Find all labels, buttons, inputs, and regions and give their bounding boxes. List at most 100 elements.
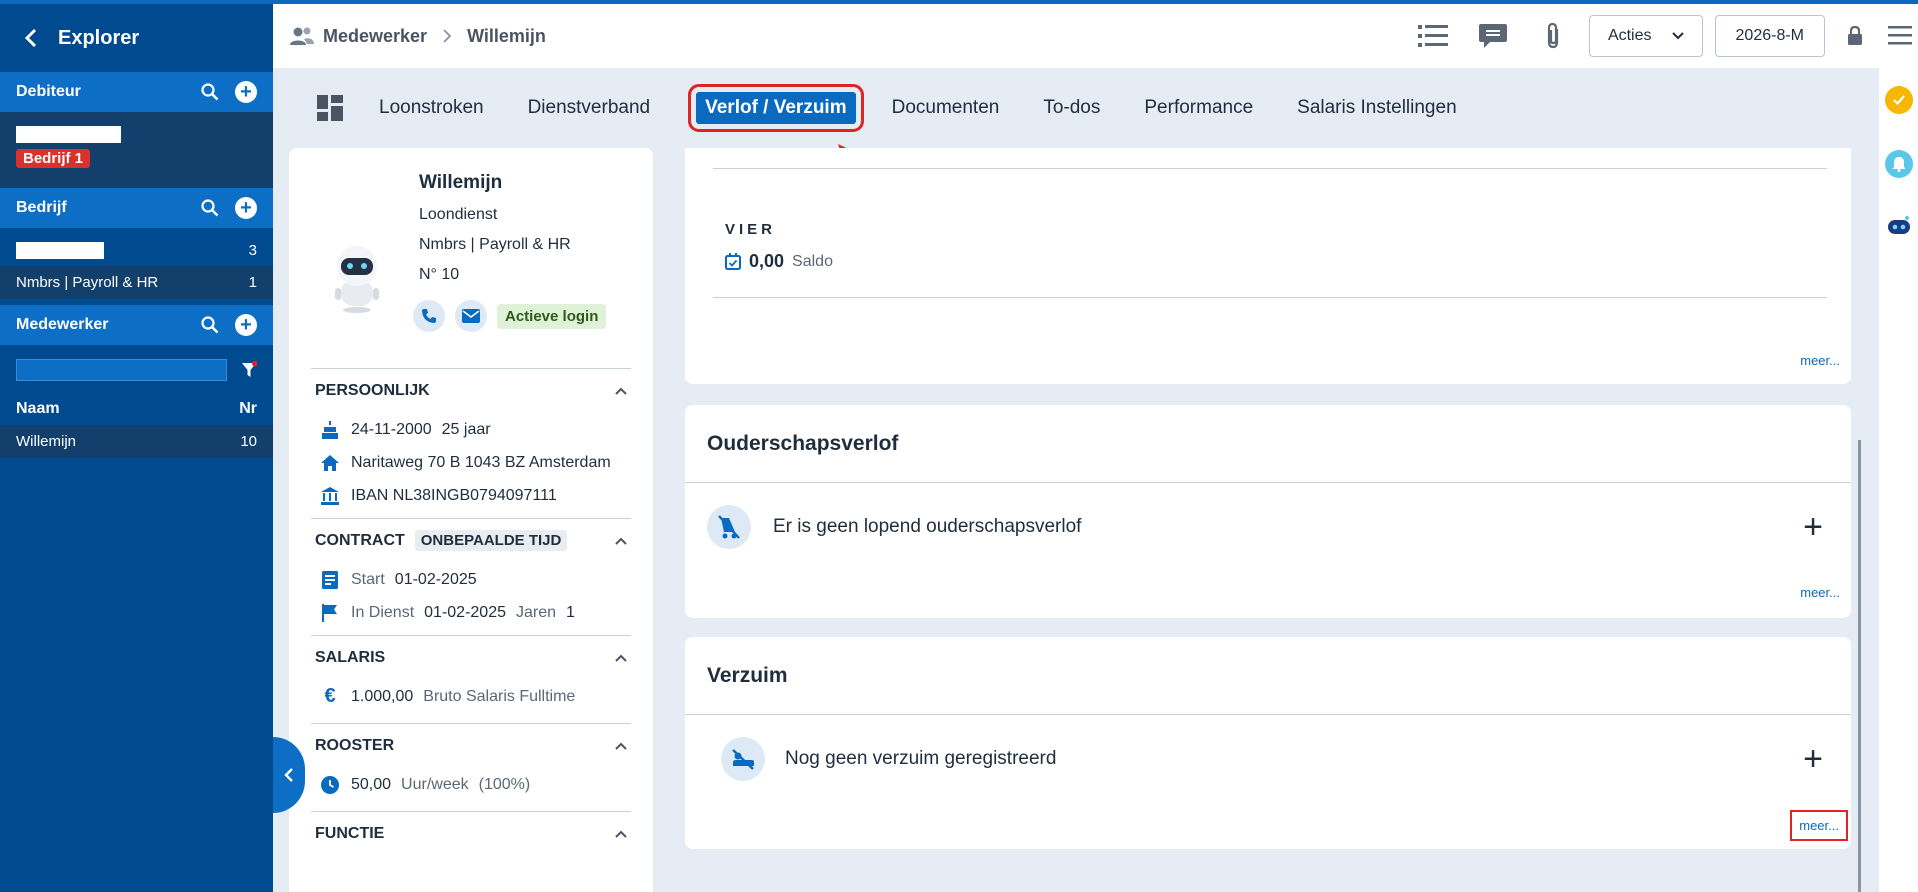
rooster-header[interactable]: ROOSTER xyxy=(311,724,631,768)
employee-number: N° 10 xyxy=(419,266,460,283)
phone-icon[interactable] xyxy=(413,300,445,332)
no-stroller-icon xyxy=(707,505,751,549)
search-icon[interactable] xyxy=(199,81,221,103)
section-persoonlijk: PERSOONLIJK 24-11-2000 25 jaar Naritaweg… xyxy=(311,368,631,512)
medewerker-row-name: Willemijn xyxy=(16,433,76,450)
rooster-unit: Uur/week xyxy=(401,775,469,793)
email-icon[interactable] xyxy=(455,300,487,332)
dashboard-icon[interactable] xyxy=(317,95,343,121)
people-icon xyxy=(289,26,315,46)
chevron-up-icon[interactable] xyxy=(615,537,627,545)
home-icon xyxy=(319,454,341,471)
ouderschapsverlof-title: Ouderschapsverlof xyxy=(685,405,1851,483)
col-nr: Nr xyxy=(239,400,257,417)
functie-header[interactable]: FUNCTIE xyxy=(311,812,631,856)
calendar-check-icon xyxy=(725,253,741,270)
tab-verlof-verzuim[interactable]: Verlof / Verzuim xyxy=(688,84,864,132)
indienst-label: In Dienst xyxy=(351,603,415,621)
bedrijf-row-nr: 3 xyxy=(248,241,257,259)
vier-unit: Saldo xyxy=(792,252,833,270)
employee-name: Willemijn xyxy=(419,172,503,193)
acties-label: Acties xyxy=(1607,27,1652,44)
tab-salaris-instellingen[interactable]: Salaris Instellingen xyxy=(1297,97,1456,119)
debiteur-label: Debiteur xyxy=(16,83,81,100)
section-functie: FUNCTIE xyxy=(311,811,631,856)
start-date: 01-02-2025 xyxy=(394,570,477,588)
ouderschapsverlof-message: Er is geen lopend ouderschapsverlof xyxy=(773,516,1082,537)
explorer-header[interactable]: Explorer xyxy=(0,4,273,72)
robot-assistant-icon[interactable] xyxy=(1885,212,1913,240)
verzuim-title: Verzuim xyxy=(685,637,1851,715)
plus-icon: + xyxy=(235,314,257,336)
salary-label: Bruto Salaris Fulltime xyxy=(423,687,576,705)
todo-check-icon[interactable] xyxy=(1885,86,1913,114)
medewerker-table-header: Naam Nr xyxy=(0,393,273,425)
tab-todos[interactable]: To-dos xyxy=(1043,97,1100,119)
tab-documenten[interactable]: Documenten xyxy=(892,97,1000,119)
bell-icon[interactable] xyxy=(1885,150,1913,178)
chevron-up-icon[interactable] xyxy=(615,654,627,662)
paperclip-icon[interactable] xyxy=(1529,12,1577,60)
tab-performance[interactable]: Performance xyxy=(1144,97,1253,119)
plus-icon: + xyxy=(235,197,257,219)
salary-amount: 1.000,00 xyxy=(351,687,414,705)
tab-dienstverband[interactable]: Dienstverband xyxy=(528,97,651,119)
add-ouderschapsverlof-button[interactable]: + xyxy=(1803,508,1823,547)
back-chevron-icon[interactable] xyxy=(24,27,38,49)
iban: IBAN NL38INGB0794097111 xyxy=(351,486,557,504)
bedrijf-row-nr: 1 xyxy=(248,274,257,291)
vier-more-link[interactable]: meer... xyxy=(1800,353,1840,368)
ouderschapsverlof-more-link[interactable]: meer... xyxy=(1800,585,1840,600)
active-login-badge: Actieve login xyxy=(497,303,607,329)
ouderschapsverlof-row: Er is geen lopend ouderschapsverlof + xyxy=(685,483,1851,571)
tab-loonstroken[interactable]: Loonstroken xyxy=(379,97,484,119)
section-rooster: ROOSTER 50,00 Uur/week (100%) xyxy=(311,723,631,801)
clock-icon xyxy=(319,775,341,794)
breadcrumb-current: Willemijn xyxy=(467,25,546,46)
chat-icon[interactable] xyxy=(1469,12,1517,60)
indienst-date: 01-02-2025 xyxy=(424,603,506,621)
medewerker-row[interactable]: Willemijn 10 xyxy=(0,425,273,458)
top-bar: Medewerker Willemijn Acties 2026-8-M xyxy=(273,4,1879,68)
col-naam: Naam xyxy=(16,400,60,417)
period-selector[interactable]: 2026-8-M xyxy=(1714,15,1825,57)
persoonlijk-title: PERSOONLIJK xyxy=(315,382,430,399)
main-scrollbar[interactable] xyxy=(1858,440,1861,892)
search-icon[interactable] xyxy=(199,197,221,219)
lock-icon[interactable] xyxy=(1837,12,1873,60)
filter-icon[interactable] xyxy=(241,361,257,379)
vier-value: 0,00 xyxy=(749,251,785,271)
verzuim-more-link[interactable]: meer... xyxy=(1790,810,1848,841)
add-verzuim-button[interactable]: + xyxy=(1803,740,1823,779)
acties-dropdown[interactable]: Acties xyxy=(1588,15,1703,57)
explorer-sidebar: Explorer Debiteur + Bedrijf 1 Bedrijf + … xyxy=(0,4,273,892)
debiteur-entry[interactable]: Bedrijf 1 xyxy=(0,112,273,188)
search-icon[interactable] xyxy=(199,314,221,336)
divider xyxy=(713,297,1827,298)
add-debiteur-button[interactable]: + xyxy=(235,81,257,103)
employee-profile-card: Willemijn Loondienst Nmbrs | Payroll & H… xyxy=(289,148,653,892)
vier-balance-card: VIER 0,00 Saldo meer... xyxy=(685,148,1851,384)
bedrijf-row[interactable]: Nmbrs | Payroll & HR 1 xyxy=(0,266,273,299)
chevron-up-icon[interactable] xyxy=(615,387,627,395)
contract-header[interactable]: CONTRACT ONBEPAALDE TIJD xyxy=(311,519,631,563)
add-bedrijf-button[interactable]: + xyxy=(235,197,257,219)
verzuim-row: Nog geen verzuim geregistreerd + xyxy=(685,715,1851,803)
bedrijf-row[interactable]: 3 xyxy=(0,228,273,266)
hamburger-menu-icon[interactable] xyxy=(1885,20,1915,50)
persoonlijk-header[interactable]: PERSOONLIJK xyxy=(311,369,631,413)
chevron-up-icon[interactable] xyxy=(615,830,627,838)
avatar xyxy=(329,244,389,324)
list-icon[interactable] xyxy=(1409,12,1457,60)
add-medewerker-button[interactable]: + xyxy=(235,314,257,336)
salaris-header[interactable]: SALARIS xyxy=(311,636,631,680)
medewerker-filter-input[interactable] xyxy=(16,359,227,381)
right-rail xyxy=(1879,4,1918,892)
medewerker-filter-bar xyxy=(0,345,273,393)
breadcrumb-separator-icon xyxy=(443,29,452,43)
verzuim-card: Verzuim Nog geen verzuim geregistreerd +… xyxy=(685,637,1851,849)
chevron-up-icon[interactable] xyxy=(615,742,627,750)
section-salaris: SALARIS € 1.000,00 Bruto Salaris Fulltim… xyxy=(311,635,631,713)
breadcrumb-section[interactable]: Medewerker xyxy=(323,26,427,47)
flag-icon xyxy=(319,603,341,622)
